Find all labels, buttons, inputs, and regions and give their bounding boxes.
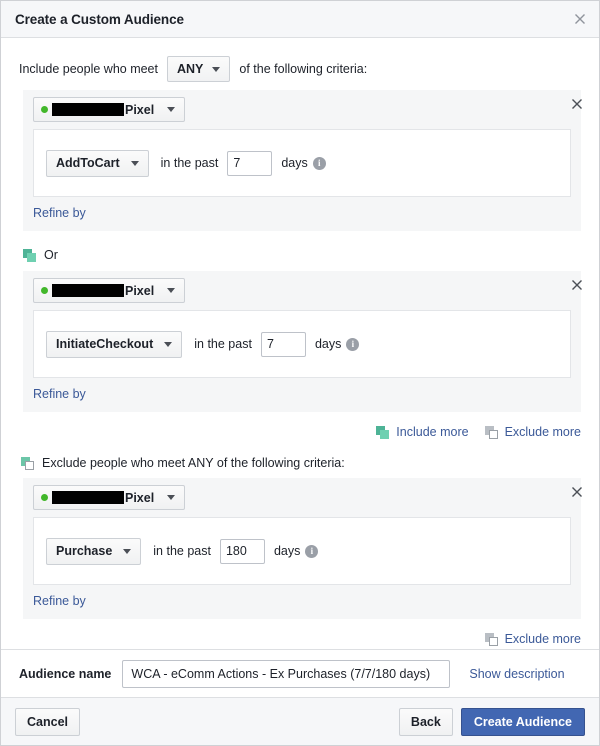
dialog-action-bar: Cancel Back Create Audience	[1, 697, 599, 745]
include-more-label: Include more	[396, 425, 469, 439]
in-past-label-3: in the past	[153, 544, 211, 558]
exclude-more-button-bottom[interactable]: Exclude more	[484, 632, 581, 646]
refine-by-link-1[interactable]: Refine by	[33, 206, 86, 220]
show-description-link[interactable]: Show description	[469, 667, 564, 681]
include-operator-value: ANY	[176, 62, 204, 76]
exclude-criteria-header: Exclude people who meet ANY of the follo…	[21, 450, 581, 476]
exclude-group-1-body: Pixel Purchase in the past days i	[23, 478, 581, 619]
close-icon[interactable]	[572, 11, 588, 27]
status-dot-icon	[41, 106, 48, 113]
chevron-down-icon	[167, 107, 176, 112]
audience-name-input[interactable]: WCA - eComm Actions - Ex Purchases (7/7/…	[122, 659, 451, 688]
back-button[interactable]: Back	[398, 707, 453, 736]
stacked-squares-outline-icon	[484, 632, 499, 646]
chevron-down-icon	[167, 288, 176, 293]
include-group-1: Pixel AddToCart in the past days i	[19, 90, 582, 231]
audience-name-bar: Audience name WCA - eComm Actions - Ex P…	[1, 649, 599, 697]
chevron-down-icon	[164, 341, 173, 347]
include-group-2: Pixel InitiateCheckout in the past days …	[19, 271, 582, 412]
include-suffix-label: of the following criteria:	[239, 62, 368, 76]
event-dropdown-3[interactable]: Purchase	[46, 537, 142, 565]
or-separator: Or	[23, 241, 581, 269]
dialog-body: Include people who meet ANY of the follo…	[1, 38, 599, 649]
redacted-pixel-name	[52, 491, 124, 504]
redacted-pixel-name	[52, 103, 124, 116]
chevron-down-icon	[123, 548, 132, 554]
remove-exclude-group-icon[interactable]	[569, 484, 585, 500]
create-audience-button[interactable]: Create Audience	[460, 707, 585, 736]
pixel-source-dropdown-2[interactable]: Pixel	[33, 278, 186, 303]
stacked-squares-outline-icon	[484, 425, 499, 439]
exclude-group-1: Pixel Purchase in the past days i	[19, 478, 582, 619]
exclude-more-label-bottom: Exclude more	[504, 632, 581, 646]
event-value-3: Purchase	[56, 544, 113, 558]
cancel-button[interactable]: Cancel	[15, 707, 80, 736]
status-dot-icon	[41, 287, 48, 294]
event-dropdown-1[interactable]: AddToCart	[46, 149, 149, 177]
pixel-source-label-2: Pixel	[125, 283, 155, 298]
or-label: Or	[44, 248, 58, 262]
rule-box-1: AddToCart in the past days i	[33, 129, 571, 197]
stacked-squares-outline-icon	[21, 456, 35, 470]
event-value-1: AddToCart	[56, 156, 120, 170]
include-prefix-label: Include people who meet	[19, 62, 158, 76]
exclude-header-label: Exclude people who meet ANY of the follo…	[42, 456, 345, 470]
days-input-2[interactable]	[260, 331, 306, 357]
refine-by-link-2[interactable]: Refine by	[33, 387, 86, 401]
chevron-down-icon	[212, 66, 221, 72]
days-input-1[interactable]	[227, 150, 273, 176]
include-criteria-header: Include people who meet ANY of the follo…	[19, 50, 581, 88]
include-group-2-body: Pixel InitiateCheckout in the past days …	[23, 271, 581, 412]
audience-name-label: Audience name	[19, 666, 112, 681]
audience-name-value: WCA - eComm Actions - Ex Purchases (7/7/…	[131, 666, 431, 681]
include-operator-dropdown[interactable]: ANY	[166, 56, 231, 82]
dialog-header: Create a Custom Audience	[1, 1, 599, 38]
event-value-2: InitiateCheckout	[56, 337, 154, 351]
stacked-squares-icon	[23, 248, 37, 262]
info-icon[interactable]: i	[305, 544, 319, 558]
stacked-squares-icon	[376, 425, 390, 439]
pixel-source-dropdown-3[interactable]: Pixel	[33, 485, 186, 510]
pixel-source-label-3: Pixel	[125, 490, 155, 505]
pixel-source-dropdown-1[interactable]: Pixel	[33, 97, 186, 122]
info-icon[interactable]: i	[346, 337, 360, 351]
exclude-more-button-top[interactable]: Exclude more	[484, 425, 581, 439]
exclude-more-label-top: Exclude more	[504, 425, 581, 439]
status-dot-icon	[41, 494, 48, 501]
info-icon[interactable]: i	[312, 156, 326, 170]
exclude-more-links-row: Exclude more	[19, 627, 581, 649]
refine-by-link-3[interactable]: Refine by	[33, 594, 86, 608]
redacted-pixel-name	[52, 284, 124, 297]
days-input-3[interactable]	[219, 538, 265, 564]
remove-group-1-icon[interactable]	[569, 96, 585, 112]
event-dropdown-2[interactable]: InitiateCheckout	[46, 330, 183, 358]
chevron-down-icon	[167, 495, 176, 500]
page-title: Create a Custom Audience	[15, 11, 184, 27]
days-label-3: days	[273, 544, 301, 558]
rule-box-2: InitiateCheckout in the past days i	[33, 310, 571, 378]
chevron-down-icon	[130, 160, 139, 166]
include-more-links-row: Include more Exclude more	[19, 420, 581, 444]
rule-box-3: Purchase in the past days i	[33, 517, 571, 585]
pixel-source-label-1: Pixel	[125, 102, 155, 117]
in-past-label-1: in the past	[160, 156, 219, 170]
include-group-1-body: Pixel AddToCart in the past days i	[23, 90, 581, 231]
include-more-button[interactable]: Include more	[376, 425, 469, 439]
days-label-2: days	[314, 337, 342, 351]
in-past-label-2: in the past	[194, 337, 252, 351]
create-custom-audience-dialog: Create a Custom Audience Include people …	[0, 0, 600, 746]
remove-group-2-icon[interactable]	[569, 277, 585, 293]
days-label-1: days	[281, 156, 308, 170]
